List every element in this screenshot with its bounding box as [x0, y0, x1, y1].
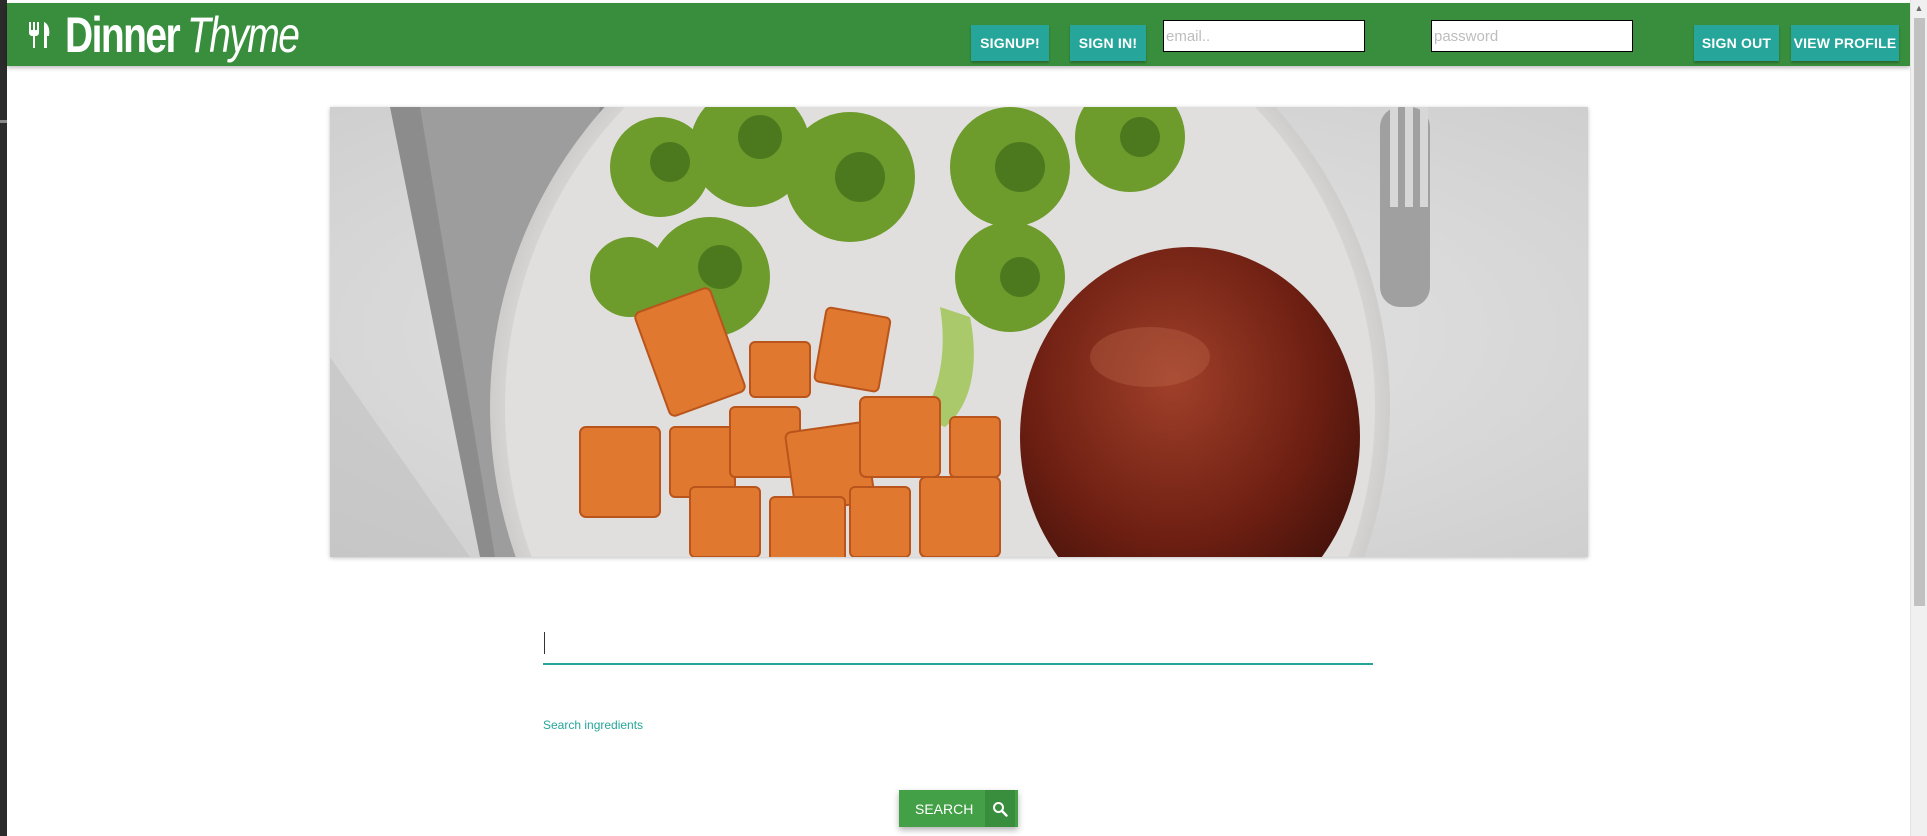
- vertical-scrollbar[interactable]: ▲: [1910, 0, 1927, 836]
- top-navbar: Dinner Thyme SIGNUP! SIGN IN! email.. pas…: [7, 3, 1910, 66]
- brand-name: Dinner Thyme: [65, 6, 300, 64]
- hero-image: [330, 107, 1588, 557]
- brand-logo[interactable]: Dinner Thyme: [27, 6, 364, 64]
- search-button-label: SEARCH: [915, 800, 974, 817]
- signout-button[interactable]: SIGN OUT: [1694, 25, 1779, 61]
- search-button[interactable]: SEARCH: [899, 790, 1018, 827]
- email-field[interactable]: email..: [1163, 20, 1365, 52]
- text-caret: [544, 632, 545, 654]
- search-input-label: Search ingredients: [543, 718, 644, 732]
- ingredient-search-input[interactable]: [543, 629, 1373, 665]
- signup-button[interactable]: SIGNUP!: [971, 25, 1049, 61]
- brand-name-second: Thyme: [186, 7, 300, 63]
- search-icon: [985, 790, 1016, 827]
- password-field[interactable]: password: [1431, 20, 1633, 52]
- view-profile-button[interactable]: VIEW PROFILE: [1791, 25, 1899, 61]
- brand-name-first: Dinner: [65, 7, 181, 63]
- window-edge: [0, 0, 7, 836]
- scrollbar-thumb[interactable]: [1914, 18, 1925, 606]
- fork-knife-icon: [29, 22, 50, 48]
- signin-button[interactable]: SIGN IN!: [1070, 25, 1146, 61]
- food-plate-image: [330, 107, 1588, 557]
- email-placeholder: email..: [1166, 27, 1211, 45]
- page: Dinner Thyme SIGNUP! SIGN IN! email.. pas…: [0, 0, 1927, 836]
- password-placeholder: password: [1434, 27, 1499, 45]
- scroll-up-icon[interactable]: ▲: [1911, 0, 1927, 17]
